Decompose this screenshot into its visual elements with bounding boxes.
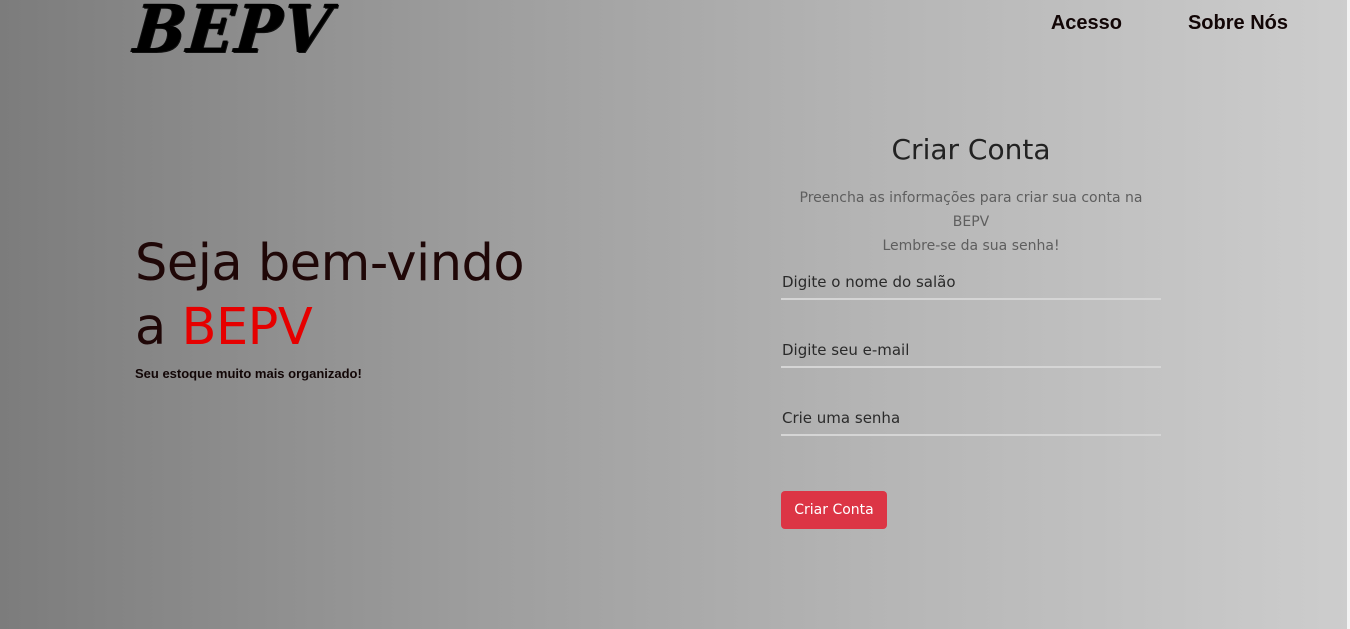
signup-form: Criar Conta Preencha as informações para… xyxy=(781,130,1161,529)
form-title: Criar Conta xyxy=(891,133,1051,166)
hero-title-line1: Seja bem-vindo xyxy=(135,234,525,293)
nav-link-acesso[interactable]: Acesso xyxy=(1051,12,1122,35)
hero-subtitle: Seu estoque muito mais organizado! xyxy=(135,366,362,381)
hero-title-brand: BEPV xyxy=(181,298,313,357)
password-input[interactable] xyxy=(781,406,1161,436)
form-description: Preencha as informações para criar sua c… xyxy=(781,186,1161,258)
hero-title-prefix: a xyxy=(135,298,182,357)
salon-name-input[interactable] xyxy=(781,270,1161,300)
email-input[interactable] xyxy=(781,338,1161,368)
hero: Seja bem-vindo a BEPV Seu estoque muito … xyxy=(135,232,525,381)
form-description-line2: Lembre-se da sua senha! xyxy=(882,238,1060,254)
create-account-button[interactable]: Criar Conta xyxy=(781,491,887,529)
nav-link-sobre-nos[interactable]: Sobre Nós xyxy=(1188,12,1288,35)
hero-title: Seja bem-vindo a BEPV xyxy=(135,232,525,360)
logo[interactable]: BEPV xyxy=(131,0,336,68)
form-description-line1: Preencha as informações para criar sua c… xyxy=(799,190,1143,230)
top-nav: Acesso Sobre Nós xyxy=(1051,12,1288,35)
